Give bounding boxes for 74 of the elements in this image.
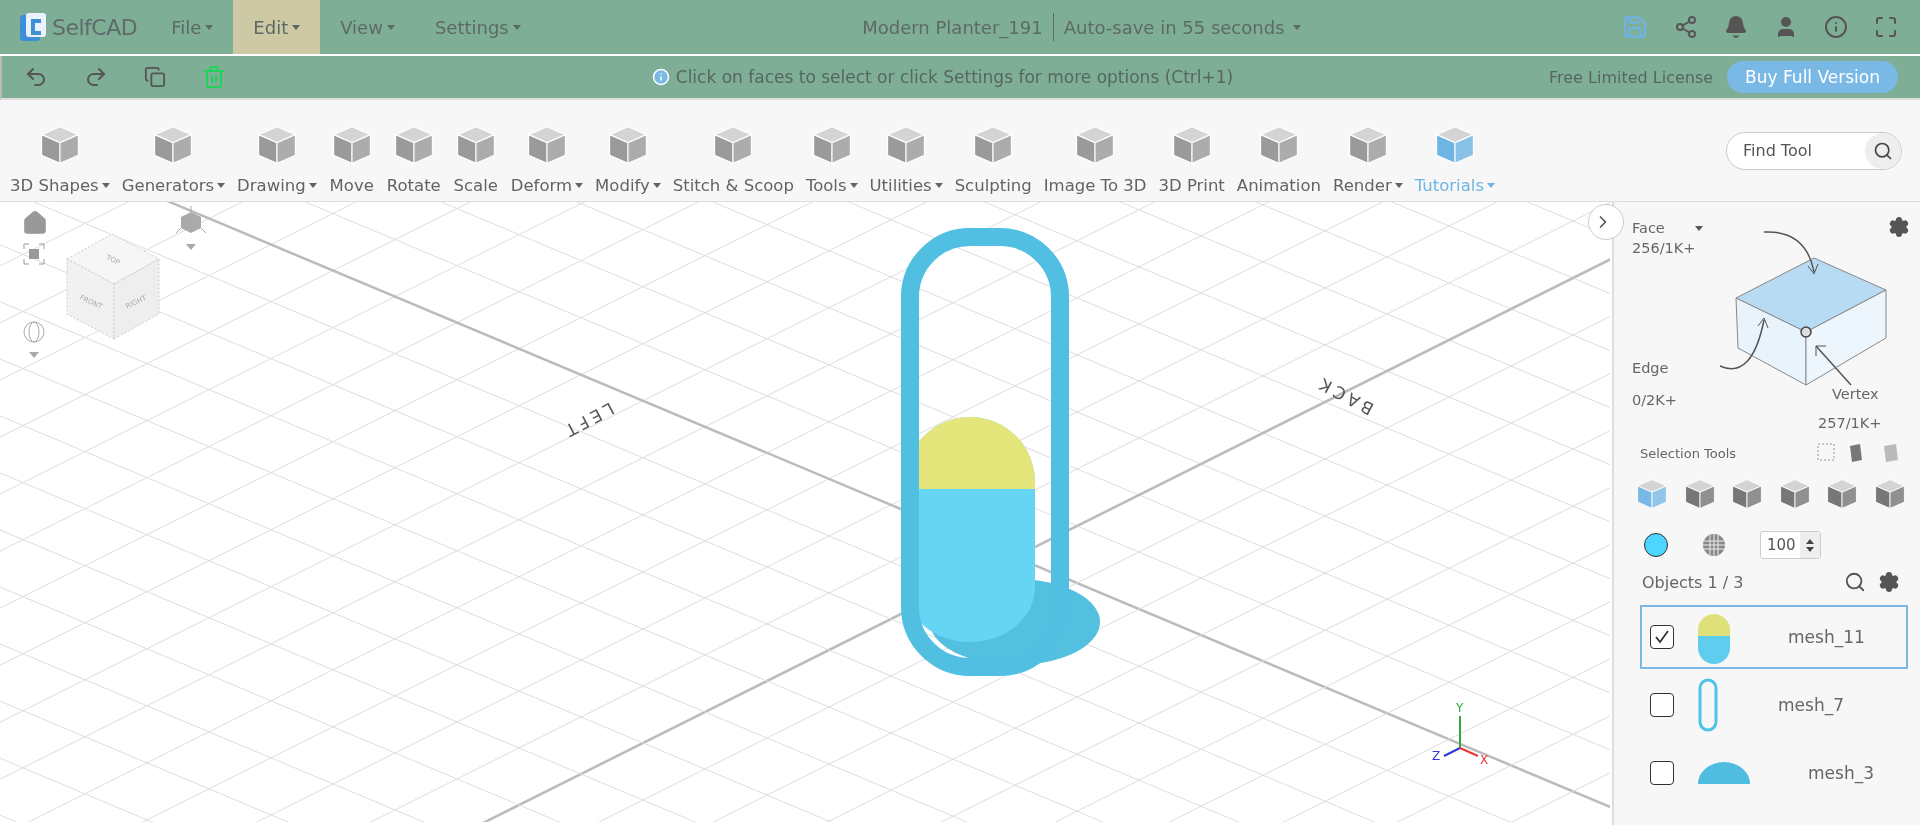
tool-button[interactable]: Deform bbox=[504, 122, 590, 195]
caret-icon bbox=[217, 183, 226, 188]
redo-icon[interactable] bbox=[84, 65, 108, 89]
info-icon[interactable] bbox=[1824, 15, 1848, 39]
caret-icon bbox=[1394, 183, 1403, 188]
face-count: 256/1K+ bbox=[1632, 240, 1696, 256]
tool-button[interactable]: Sculpting bbox=[948, 122, 1038, 195]
tool-button[interactable]: 3D Shapes bbox=[4, 122, 116, 195]
settings-icon[interactable] bbox=[1878, 571, 1900, 593]
undo-icon[interactable] bbox=[24, 65, 48, 89]
menu-item[interactable]: Edit bbox=[233, 0, 321, 54]
mode-dropdown[interactable]: Face bbox=[1632, 220, 1703, 236]
tool-button[interactable]: Render bbox=[1326, 122, 1409, 195]
dome-thumbnail bbox=[1696, 760, 1752, 786]
tool-button[interactable]: Image To 3D bbox=[1037, 122, 1153, 195]
hint-text: Click on faces to select or click Settings for more options (Ctrl+1) bbox=[675, 67, 1234, 87]
objects-count: Objects 1 / 3 bbox=[1642, 572, 1744, 592]
tool-button[interactable]: Utilities bbox=[863, 122, 949, 195]
check-icon bbox=[1654, 629, 1670, 645]
object-row[interactable]: mesh_7 bbox=[1640, 673, 1908, 737]
checkbox[interactable] bbox=[1650, 625, 1674, 649]
caret-icon bbox=[849, 183, 858, 188]
axes-cube-icon[interactable] bbox=[176, 206, 206, 252]
caret-icon bbox=[308, 183, 317, 188]
info-icon bbox=[651, 68, 670, 86]
caret-icon bbox=[101, 183, 110, 188]
fit-view-icon[interactable] bbox=[22, 242, 46, 266]
caret-icon bbox=[1487, 183, 1495, 188]
checkbox[interactable] bbox=[1650, 693, 1674, 717]
bell-icon[interactable] bbox=[1724, 15, 1748, 39]
settings-icon[interactable] bbox=[1888, 216, 1910, 238]
logo-icon bbox=[18, 11, 48, 43]
edge-count: 0/2K+ bbox=[1632, 392, 1677, 408]
object-row[interactable]: mesh_3 bbox=[1640, 741, 1908, 805]
document-title: Modern Planter_191 bbox=[862, 16, 1043, 38]
tool-button[interactable]: Rotate bbox=[380, 122, 447, 195]
caret-icon bbox=[386, 24, 395, 30]
caret-icon bbox=[652, 183, 661, 188]
checkbox[interactable] bbox=[1650, 761, 1674, 785]
tool-button[interactable]: Tools bbox=[799, 122, 864, 195]
caret-icon bbox=[512, 24, 521, 30]
home-icon[interactable] bbox=[22, 210, 48, 236]
x-axis: X bbox=[1459, 747, 1489, 767]
orbit-icon[interactable] bbox=[22, 320, 46, 360]
texture-icon[interactable] bbox=[1702, 533, 1726, 557]
tool-button[interactable]: Stitch & Scoop bbox=[666, 122, 800, 195]
tool-button[interactable]: Modify bbox=[589, 122, 667, 195]
opacity-field[interactable]: 100 bbox=[1760, 531, 1821, 559]
license-text: Free Limited License bbox=[1549, 67, 1714, 87]
logo-text: SelfCAD bbox=[52, 14, 138, 40]
object-row[interactable]: mesh_11 bbox=[1640, 605, 1908, 669]
tool-button[interactable]: 3D Print bbox=[1152, 122, 1231, 195]
fullscreen-icon[interactable] bbox=[1874, 15, 1898, 39]
z-axis: Z bbox=[1432, 747, 1461, 763]
edge-label: Edge bbox=[1632, 360, 1669, 376]
caret-icon bbox=[934, 183, 943, 188]
search-icon bbox=[1873, 140, 1893, 161]
caret-icon bbox=[205, 24, 214, 30]
collapse-button[interactable] bbox=[1588, 204, 1624, 240]
selection-tools-label: Selection Tools bbox=[1640, 445, 1737, 461]
tool-button[interactable]: Move bbox=[322, 122, 381, 195]
color-swatch[interactable] bbox=[1644, 533, 1668, 557]
search-icon[interactable] bbox=[1844, 571, 1866, 593]
tool-button[interactable]: Generators bbox=[115, 122, 232, 195]
copy-icon[interactable] bbox=[144, 66, 166, 88]
vertex-label: Vertex bbox=[1832, 386, 1879, 402]
tool-button[interactable]: Drawing bbox=[231, 122, 323, 195]
caret-icon bbox=[575, 183, 584, 188]
share-icon[interactable] bbox=[1674, 15, 1698, 39]
y-axis: Y bbox=[1456, 701, 1464, 749]
tool-button[interactable]: Animation bbox=[1230, 122, 1327, 195]
caret-icon bbox=[292, 24, 301, 30]
vertex-count: 257/1K+ bbox=[1818, 415, 1882, 431]
tool-button[interactable]: Scale bbox=[446, 122, 505, 195]
